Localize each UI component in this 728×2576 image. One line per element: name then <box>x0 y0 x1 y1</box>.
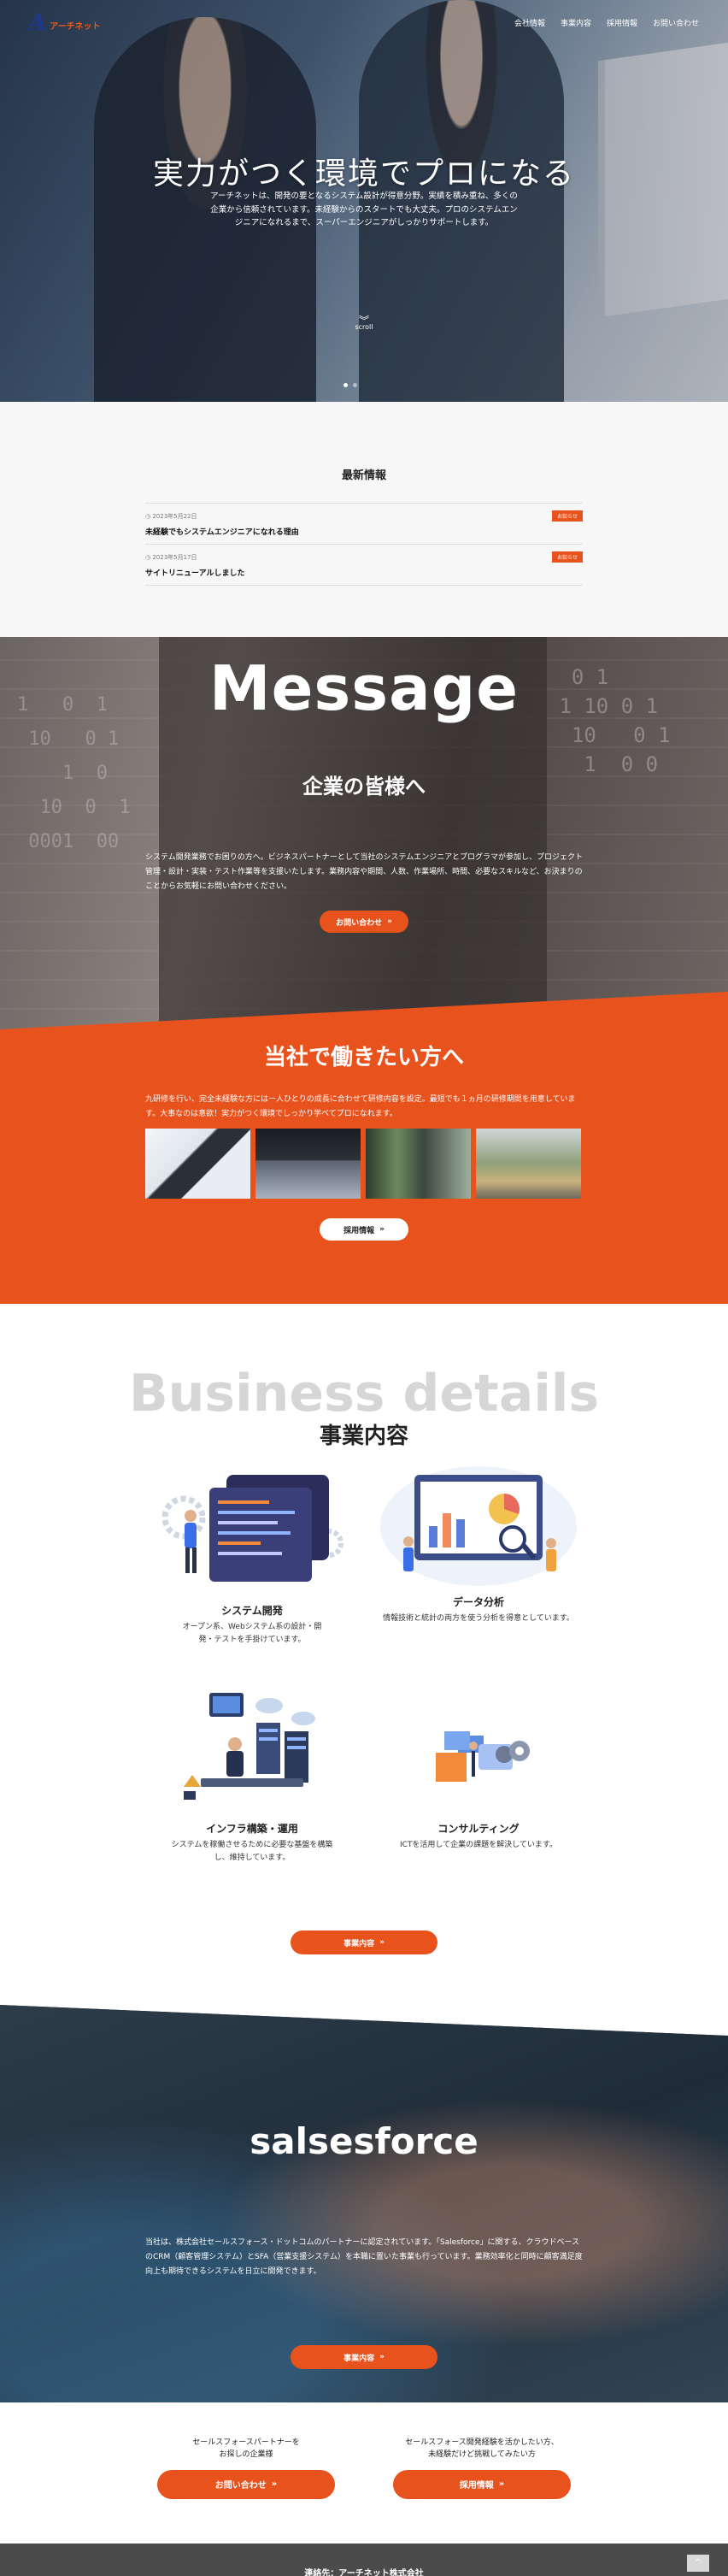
message-section: 1 0 1 10 0 1 1 0 10 0 1 0001 00 0 1 1 10… <box>0 637 728 1039</box>
recruit-photo <box>145 1129 250 1199</box>
news-item[interactable]: ◷ 2023年5月17日 サイトリニューアルしました お知らせ <box>145 545 583 586</box>
infrastructure-illustration <box>150 1684 355 1813</box>
service-name: コンサルティング <box>437 1823 520 1835</box>
service-system-dev: システム開発 オープン系、Webシステム系の設計・開発・テストを手掛けています。 <box>141 1466 363 1647</box>
business-button[interactable]: 事業内容 » <box>291 1931 437 1954</box>
business-section: Business details 事業内容 システム開発 オープン系、Webシス… <box>0 1304 728 2039</box>
slider-dot[interactable] <box>343 383 348 387</box>
recruit-section: 当社で働きたい方へ 九研修を行い、完全未経験な方にはー人ひとりの成長に合わせて研… <box>0 992 728 1304</box>
recruit-photo <box>366 1129 471 1199</box>
news-heading: 最新情報 <box>341 469 386 482</box>
cta-section: セールスフォースパートナーを お探しの企業様 お問い合わせ » セールスフォース… <box>0 2402 728 2544</box>
nav-business[interactable]: 事業内容 <box>561 17 591 28</box>
news-title[interactable]: 未経験でもシステムエンジニアになれる理由 <box>145 526 583 537</box>
cta-contact-label: お問い合わせ <box>214 2481 267 2491</box>
service-name: システム開発 <box>221 1605 283 1617</box>
service-infrastructure: インフラ構築・運用 システムを稼働させるために必要な基盤を構築し、維持しています… <box>141 1684 363 1865</box>
cta-partner-text: セールスフォースパートナーを お探しの企業様 <box>192 2438 300 2460</box>
recruit-button[interactable]: 採用情報 » <box>320 1218 408 1241</box>
recruit-photo <box>255 1129 361 1199</box>
news-date: ◷ 2023年5月17日 <box>145 554 197 561</box>
scroll-indicator[interactable]: ︾ scroll <box>347 315 381 331</box>
nav-recruit[interactable]: 採用情報 <box>607 17 637 28</box>
hero-section: A アーチネット 会社情報 事業内容 採用情報 お問い合わせ 実力がつく環境でプ… <box>0 0 728 402</box>
message-title-ja: 企業の皆様へ <box>302 775 426 799</box>
cta-recruit-text: セールスフォース開発経験を活かしたい方、 未経験だけど挑戦してみたい方 <box>405 2438 559 2460</box>
news-item[interactable]: ◷ 2023年5月22日 未経験でもシステムエンジニアになれる理由 お知らせ <box>145 504 583 545</box>
consulting-illustration <box>376 1684 581 1813</box>
global-nav: 会社情報 事業内容 採用情報 お問い合わせ <box>514 17 699 28</box>
double-chevron-right-icon: » <box>271 2479 278 2490</box>
business-button-label: 事業内容 <box>343 1939 375 1948</box>
message-body: システム開発業務でお困りの方へ。ビジネスパートナーとして当社のシステムエンジニア… <box>145 853 584 892</box>
site-logo[interactable]: A アーチネット <box>29 10 101 36</box>
nav-company[interactable]: 会社情報 <box>514 17 545 28</box>
hero-lead: アーチネットは、開発の要となるシステム設計が得意分野。実績を積み重ね、多くの企業… <box>210 192 518 228</box>
double-chevron-right-icon: » <box>379 2353 385 2361</box>
news-section: 最新情報 ◷ 2023年5月22日 未経験でもシステムエンジニアになれる理由 お… <box>0 402 728 637</box>
footer-contact: 連絡先：アーチネット株式会社 <box>304 2569 424 2576</box>
service-name: データ分析 <box>452 1596 504 1608</box>
salesforce-button-label: 事業内容 <box>343 2354 375 2363</box>
footer: 連絡先：アーチネット株式会社 <box>0 2544 728 2576</box>
news-title[interactable]: サイトリニューアルしました <box>145 567 583 578</box>
salesforce-background <box>0 2005 728 2402</box>
nav-contact[interactable]: お問い合わせ <box>653 17 699 28</box>
recruit-photos <box>145 1129 581 1199</box>
page-top-button[interactable]: ^ <box>687 2555 709 2572</box>
news-list: ◷ 2023年5月22日 未経験でもシステムエンジニアになれる理由 お知らせ ◷… <box>145 503 583 586</box>
service-name: インフラ構築・運用 <box>206 1823 298 1835</box>
salesforce-button[interactable]: 事業内容 » <box>291 2345 437 2369</box>
data-analysis-illustration <box>376 1458 581 1586</box>
cta-recruit-button[interactable]: 採用情報 » <box>393 2469 571 2499</box>
business-title-en: Business details <box>128 1364 600 1424</box>
cta-partner: セールスフォースパートナーを お探しの企業様 お問い合わせ » <box>156 2437 336 2499</box>
logo-text: アーチネット <box>50 22 101 32</box>
salesforce-section: salsesforce 当社は、株式会社セールスフォース・ドットコムのパートナー… <box>0 2005 728 2402</box>
message-title-en: Message <box>208 652 520 724</box>
cta-recruit: セールスフォース開発経験を活かしたい方、 未経験だけど挑戦してみたい方 採用情報… <box>392 2437 572 2499</box>
business-title-ja: 事業内容 <box>319 1424 408 1449</box>
page: A アーチネット 会社情報 事業内容 採用情報 お問い合わせ 実力がつく環境でプ… <box>0 0 728 2576</box>
news-badge: お知らせ <box>552 551 583 563</box>
recruit-button-label: 採用情報 <box>343 1226 375 1235</box>
double-chevron-right-icon: » <box>379 1938 385 1947</box>
service-data-analysis: データ分析 情報技術と統計の両方を使う分析を得意としています。 <box>367 1458 590 1625</box>
recruit-photo <box>476 1129 581 1199</box>
scroll-label: scroll <box>355 323 373 331</box>
contact-button-label: お問い合わせ <box>336 918 383 928</box>
service-desc: オープン系、Webシステム系の設計・開発・テストを手掛けています。 <box>182 1623 322 1644</box>
service-desc: ICTを活用して企業の課題を解決しています。 <box>400 1841 557 1849</box>
hero-title: 実力がつく環境でプロになる <box>152 156 575 192</box>
news-date: ◷ 2023年5月22日 <box>145 513 197 520</box>
double-chevron-right-icon: » <box>498 2479 505 2490</box>
service-consulting: コンサルティング ICTを活用して企業の課題を解決しています。 <box>367 1684 590 1852</box>
service-desc: システムを稼働させるために必要な基盤を構築し、維持しています。 <box>171 1841 333 1862</box>
service-desc: 情報技術と統計の両方を使う分析を得意としています。 <box>383 1614 574 1623</box>
logo-mark: A <box>29 10 47 36</box>
cta-recruit-label: 採用情報 <box>459 2481 494 2491</box>
salesforce-body: 当社は、株式会社セールスフォース・ドットコムのパートナーに認定されています。「S… <box>145 2238 583 2277</box>
recruit-body: 九研修を行い、完全未経験な方にはー人ひとりの成長に合わせて研修内容を設定。最短で… <box>145 1095 576 1119</box>
system-dev-illustration <box>150 1466 355 1595</box>
slider-dots <box>343 383 357 387</box>
slider-dot[interactable] <box>353 383 357 387</box>
news-badge: お知らせ <box>552 510 583 522</box>
contact-button[interactable]: お問い合わせ » <box>320 911 408 933</box>
cta-contact-button[interactable]: お問い合わせ » <box>157 2469 335 2499</box>
salesforce-title: salsesforce <box>250 2120 478 2162</box>
recruit-title: 当社で働きたい方へ <box>263 1045 464 1070</box>
double-chevron-right-icon: » <box>387 917 392 926</box>
double-chevron-right-icon: » <box>379 1225 385 1234</box>
